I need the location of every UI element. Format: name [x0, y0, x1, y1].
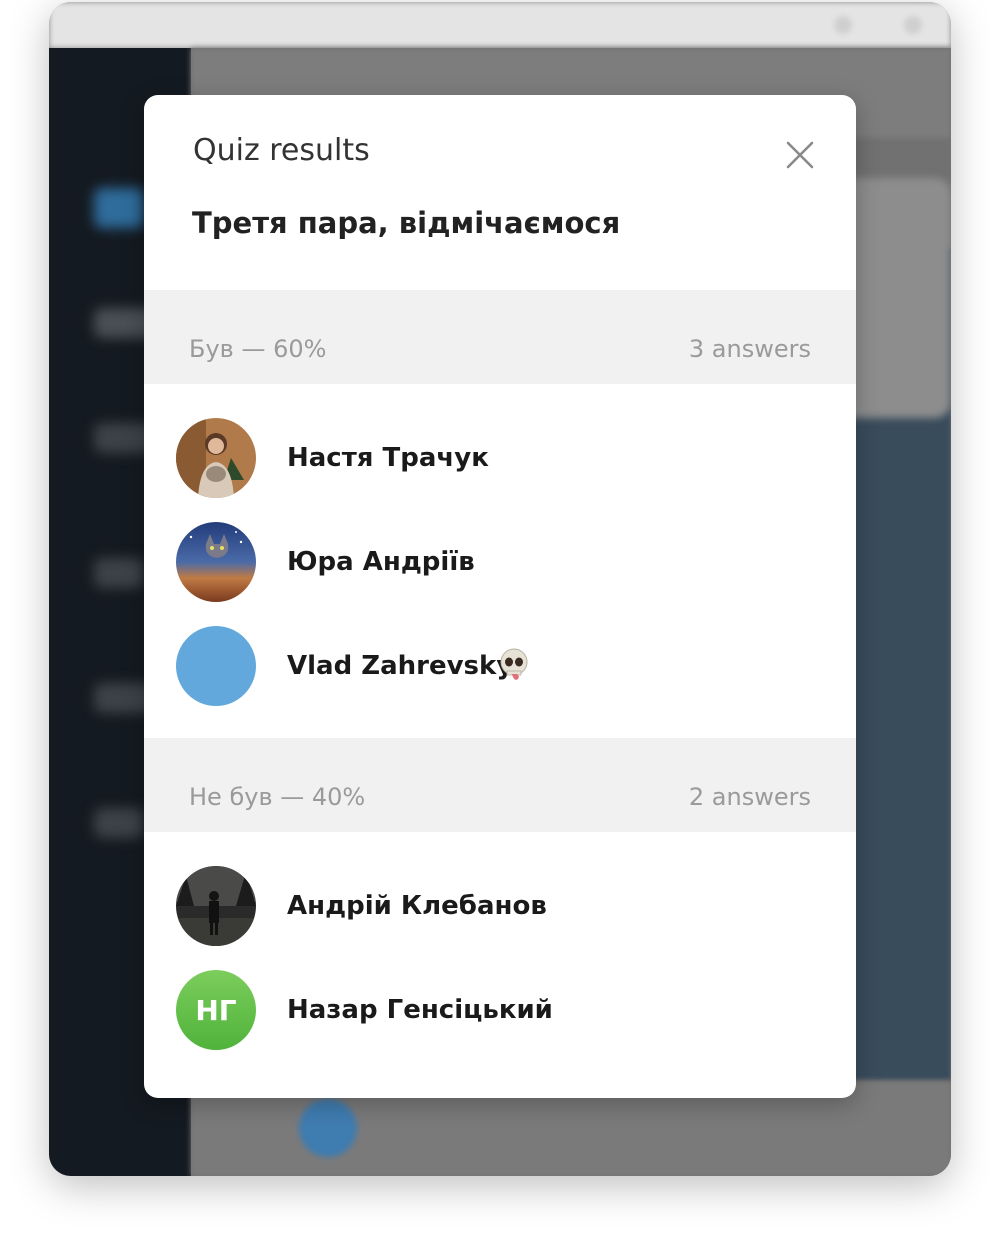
skull-tongue-emoji-icon [500, 648, 528, 680]
option-label: Був — 60% [189, 335, 327, 363]
photo-woman-with-cat [176, 418, 256, 498]
photo-person-in-forest [176, 866, 256, 946]
voter-name: Настя Трачук [287, 443, 489, 473]
voter-row[interactable]: Андрій Клебанов [144, 854, 856, 958]
quiz-results-dialog: Quiz results Третя пара, відмічаємося Бу… [144, 95, 856, 1098]
avatar [176, 522, 256, 602]
option-label: Не був — 40% [189, 783, 366, 811]
option-header: Не був — 40% 2 answers [144, 738, 856, 832]
option-header: Був — 60% 3 answers [144, 290, 856, 384]
avatar: НГ [176, 970, 256, 1050]
dialog-title: Quiz results [193, 133, 370, 168]
window-control [904, 16, 922, 34]
voter-name: Назар Генсіцький [287, 995, 553, 1025]
photo-cat-in-space [176, 522, 256, 602]
quiz-question: Третя пара, відмічаємося [192, 206, 621, 240]
answer-count: 3 answers [688, 335, 811, 363]
avatar [176, 626, 256, 706]
answer-count: 2 answers [688, 783, 811, 811]
voter-name: Юра Андріїв [287, 547, 475, 577]
voter-row[interactable]: Юра Андріїв [144, 510, 856, 614]
avatar [176, 866, 256, 946]
close-icon [786, 141, 814, 169]
voter-row[interactable]: Vlad Zahrevsky [144, 614, 856, 718]
close-button[interactable] [776, 131, 824, 179]
voter-name: Андрій Клебанов [287, 891, 547, 921]
voter-row[interactable]: Настя Трачук [144, 406, 856, 510]
voter-name: Vlad Zahrevsky [287, 651, 514, 681]
window-titlebar [49, 2, 951, 48]
dialog-header: Quiz results Третя пара, відмічаємося [144, 95, 856, 290]
voter-row[interactable]: НГ Назар Генсіцький [144, 958, 856, 1062]
avatar [176, 418, 256, 498]
window-control [834, 16, 852, 34]
